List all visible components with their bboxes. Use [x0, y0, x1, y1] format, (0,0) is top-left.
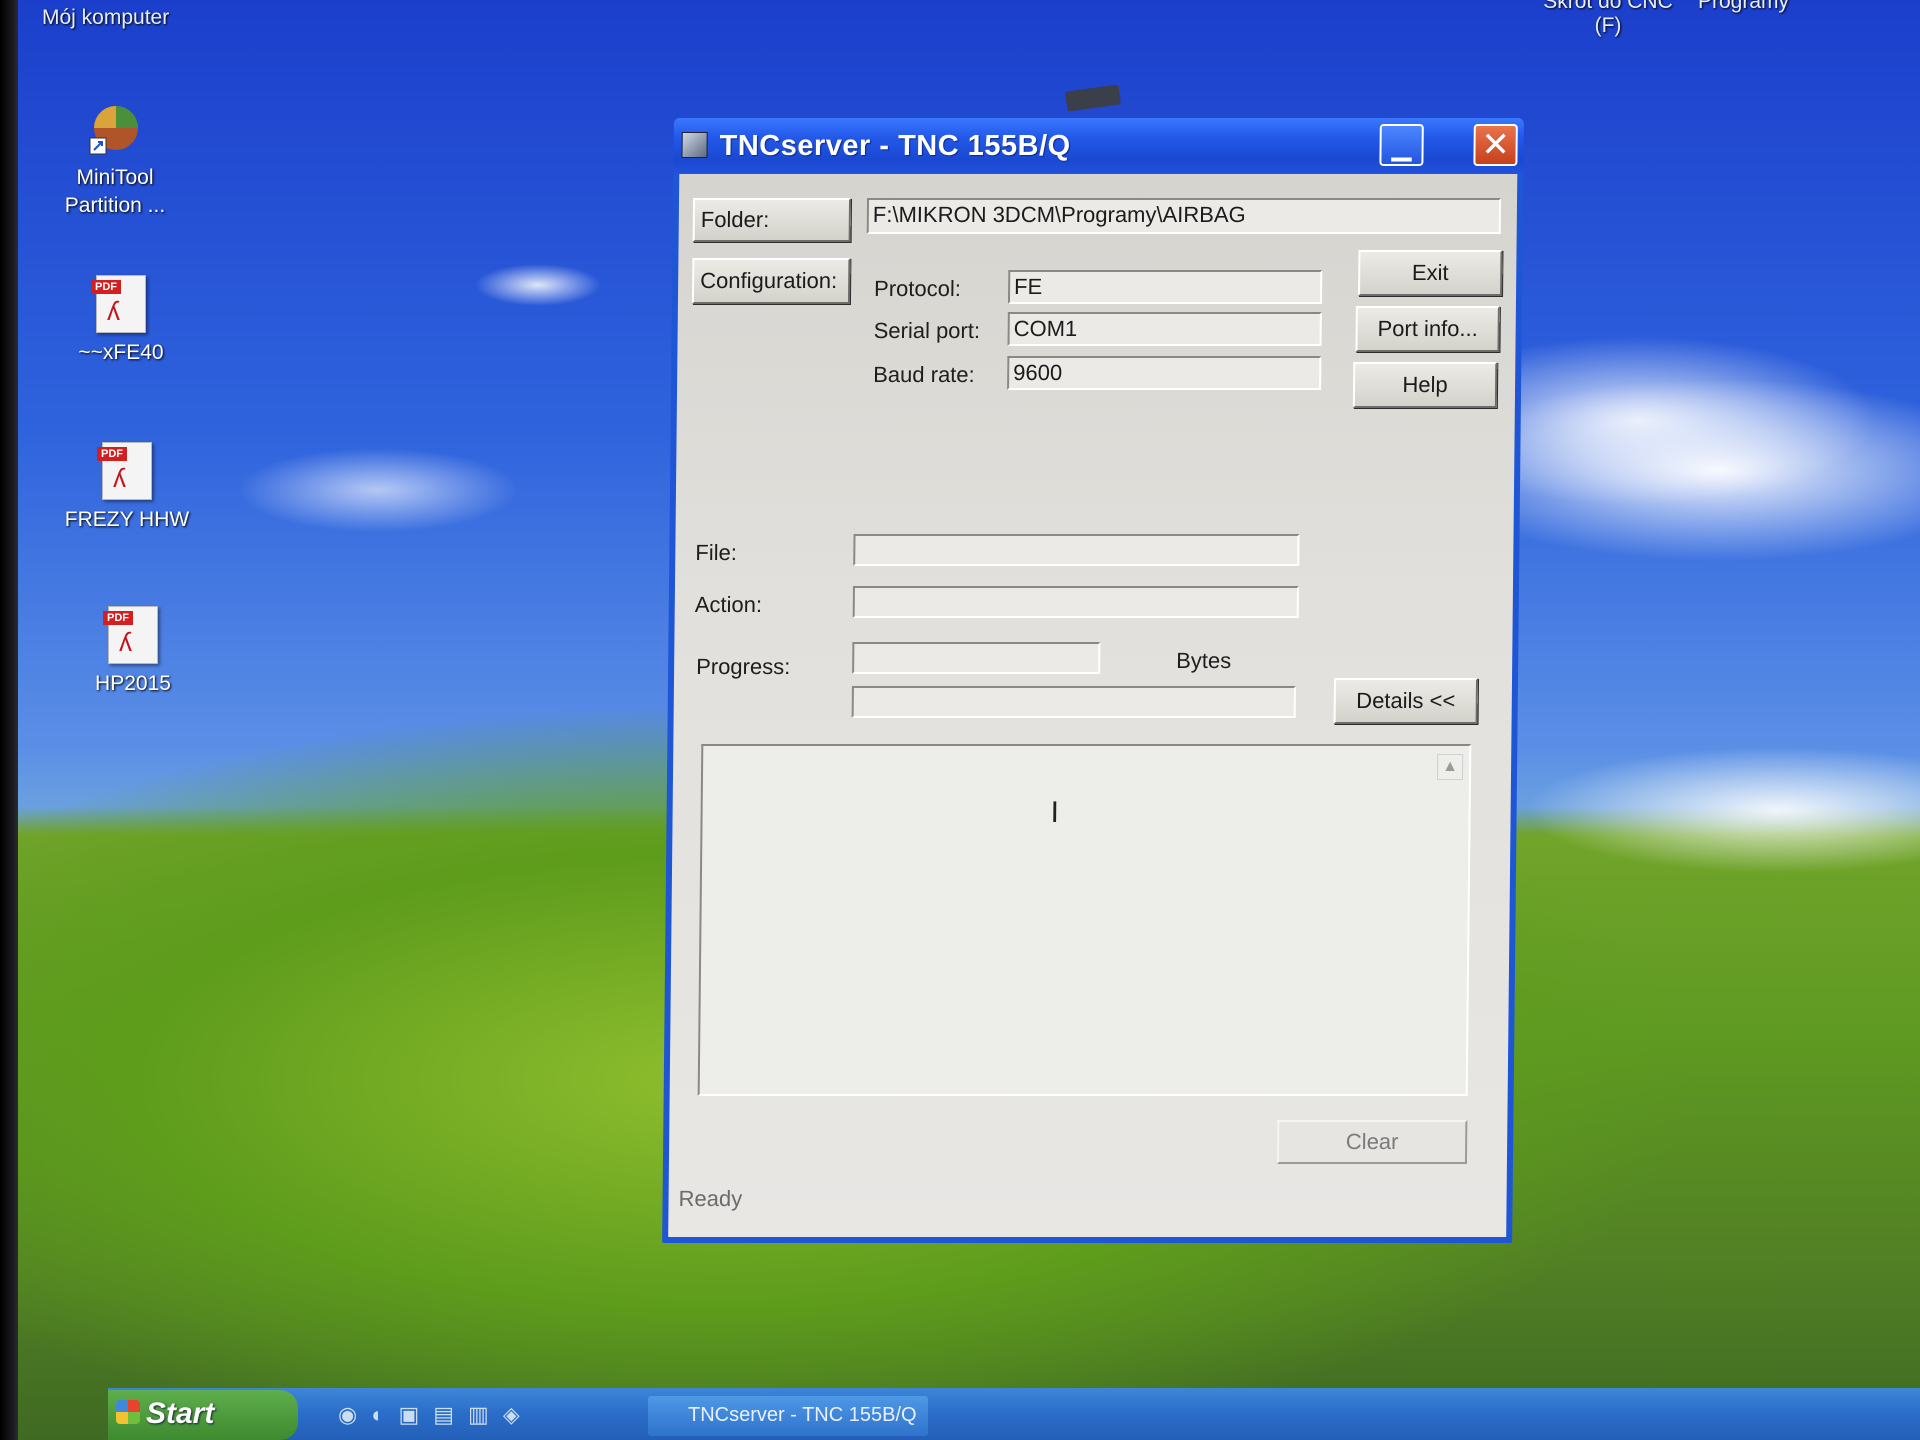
serial-port-field[interactable]: COM1: [1007, 312, 1322, 346]
desktop-label-cnc-shortcut[interactable]: Skrót do CNC (F): [1508, 0, 1708, 38]
protocol-label: Protocol:: [873, 276, 962, 301]
help-button[interactable]: Help: [1352, 362, 1498, 408]
minimize-button[interactable]: ▁: [1379, 124, 1424, 166]
quick-launch-icons[interactable]: ◉◐▣▤▥◈: [338, 1402, 534, 1428]
folder-button[interactable]: Folder:: [692, 198, 852, 242]
exit-button[interactable]: Exit: [1358, 250, 1503, 296]
desktop-icon-xfe40[interactable]: PDF ʎ ~~xFE40: [46, 275, 196, 367]
progress-bytes-field: [852, 642, 1101, 674]
minitool-icon: [86, 100, 144, 158]
protocol-field[interactable]: FE: [1007, 270, 1323, 304]
pdf-tag: PDF: [103, 611, 133, 625]
status-text: Ready: [678, 1186, 743, 1211]
title-bar[interactable]: TNCserver - TNC 155B/Q ▁ ✕: [673, 118, 1524, 174]
baud-rate-field[interactable]: 9600: [1007, 356, 1322, 390]
desktop-icon-label: ~~xFE40: [78, 341, 164, 364]
cnc-shortcut-line2: (F): [1594, 14, 1622, 37]
acrobat-swirl-icon: ʎ: [107, 296, 120, 326]
progress-bar: [851, 686, 1296, 718]
folder-path-field[interactable]: F:\MIKRON 3DCM\Programy\AIRBAG: [866, 198, 1502, 234]
windows-logo-icon: [116, 1400, 140, 1424]
action-field: [852, 586, 1299, 618]
window-title: TNCserver - TNC 155B/Q: [719, 130, 1071, 162]
taskbar: Start ◉◐▣▤▥◈ TNCserver - TNC 155B/Q: [108, 1388, 1920, 1440]
baud-rate-label: Baud rate:: [873, 362, 975, 387]
desktop-label-programs[interactable]: Programy: [1698, 0, 1789, 14]
acrobat-swirl-icon: ʎ: [119, 627, 132, 657]
drive-icon: [1064, 84, 1122, 112]
desktop-icon-frezy-hhw[interactable]: PDF ʎ FREZY HHW: [52, 442, 202, 534]
acrobat-swirl-icon: ʎ: [113, 463, 126, 493]
pdf-tag: PDF: [97, 447, 127, 461]
file-label: File:: [695, 540, 738, 565]
pdf-icon: PDF ʎ: [103, 606, 158, 664]
scroll-up-button[interactable]: ▲: [1436, 754, 1464, 780]
log-textbox[interactable]: ▲ I: [697, 744, 1472, 1096]
configuration-button[interactable]: Configuration:: [691, 258, 851, 304]
monitor-bezel: [0, 0, 18, 1440]
start-label: Start: [146, 1397, 215, 1430]
desktop-icon-minitool[interactable]: MiniTool Partition ...: [40, 100, 190, 220]
taskbar-item-tncserver[interactable]: TNCserver - TNC 155B/Q: [648, 1396, 928, 1436]
desktop-icon-hp2015[interactable]: PDF ʎ HP2015: [58, 606, 208, 698]
desktop-icon-label: FREZY HHW: [64, 508, 190, 531]
pdf-icon: PDF ʎ: [97, 442, 152, 500]
progress-label: Progress:: [696, 654, 791, 679]
desktop-icon-label: Partition ...: [64, 194, 166, 217]
app-icon: [681, 132, 708, 158]
close-button[interactable]: ✕: [1473, 124, 1518, 166]
bytes-label: Bytes: [1176, 648, 1232, 673]
pdf-icon: PDF ʎ: [91, 275, 146, 333]
start-button[interactable]: Start: [108, 1390, 298, 1440]
action-label: Action:: [694, 592, 763, 617]
serial-port-label: Serial port:: [873, 318, 981, 343]
desktop-label-my-computer[interactable]: Mój komputer: [42, 6, 169, 30]
text-cursor-icon: I: [1050, 796, 1060, 829]
pdf-tag: PDF: [91, 280, 121, 294]
file-field: [853, 534, 1300, 566]
tncserver-window: TNCserver - TNC 155B/Q ▁ ✕ Folder: F:\MI…: [662, 118, 1524, 1243]
cnc-shortcut-line1: Skrót do CNC: [1543, 0, 1673, 13]
window-client-area: Folder: F:\MIKRON 3DCM\Programy\AIRBAG C…: [668, 174, 1518, 1237]
clear-button[interactable]: Clear: [1276, 1120, 1468, 1164]
desktop-icon-label: HP2015: [95, 672, 171, 695]
desktop-icon-label: MiniTool: [76, 166, 154, 189]
port-info-button[interactable]: Port info...: [1355, 306, 1500, 352]
details-button[interactable]: Details <<: [1333, 678, 1479, 724]
